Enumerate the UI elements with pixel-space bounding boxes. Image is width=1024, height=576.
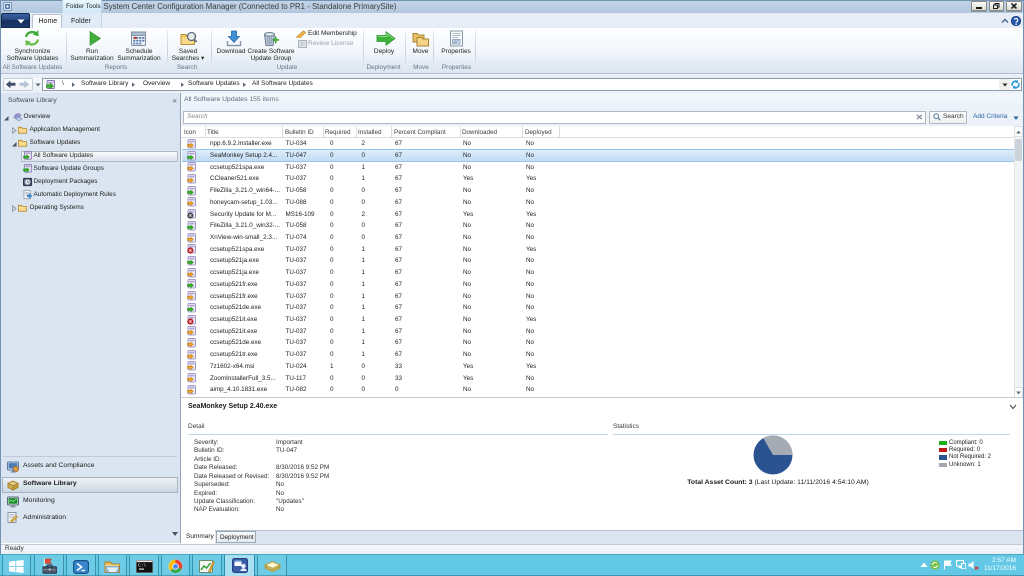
svg-text:C:\: C:\ bbox=[138, 562, 146, 568]
